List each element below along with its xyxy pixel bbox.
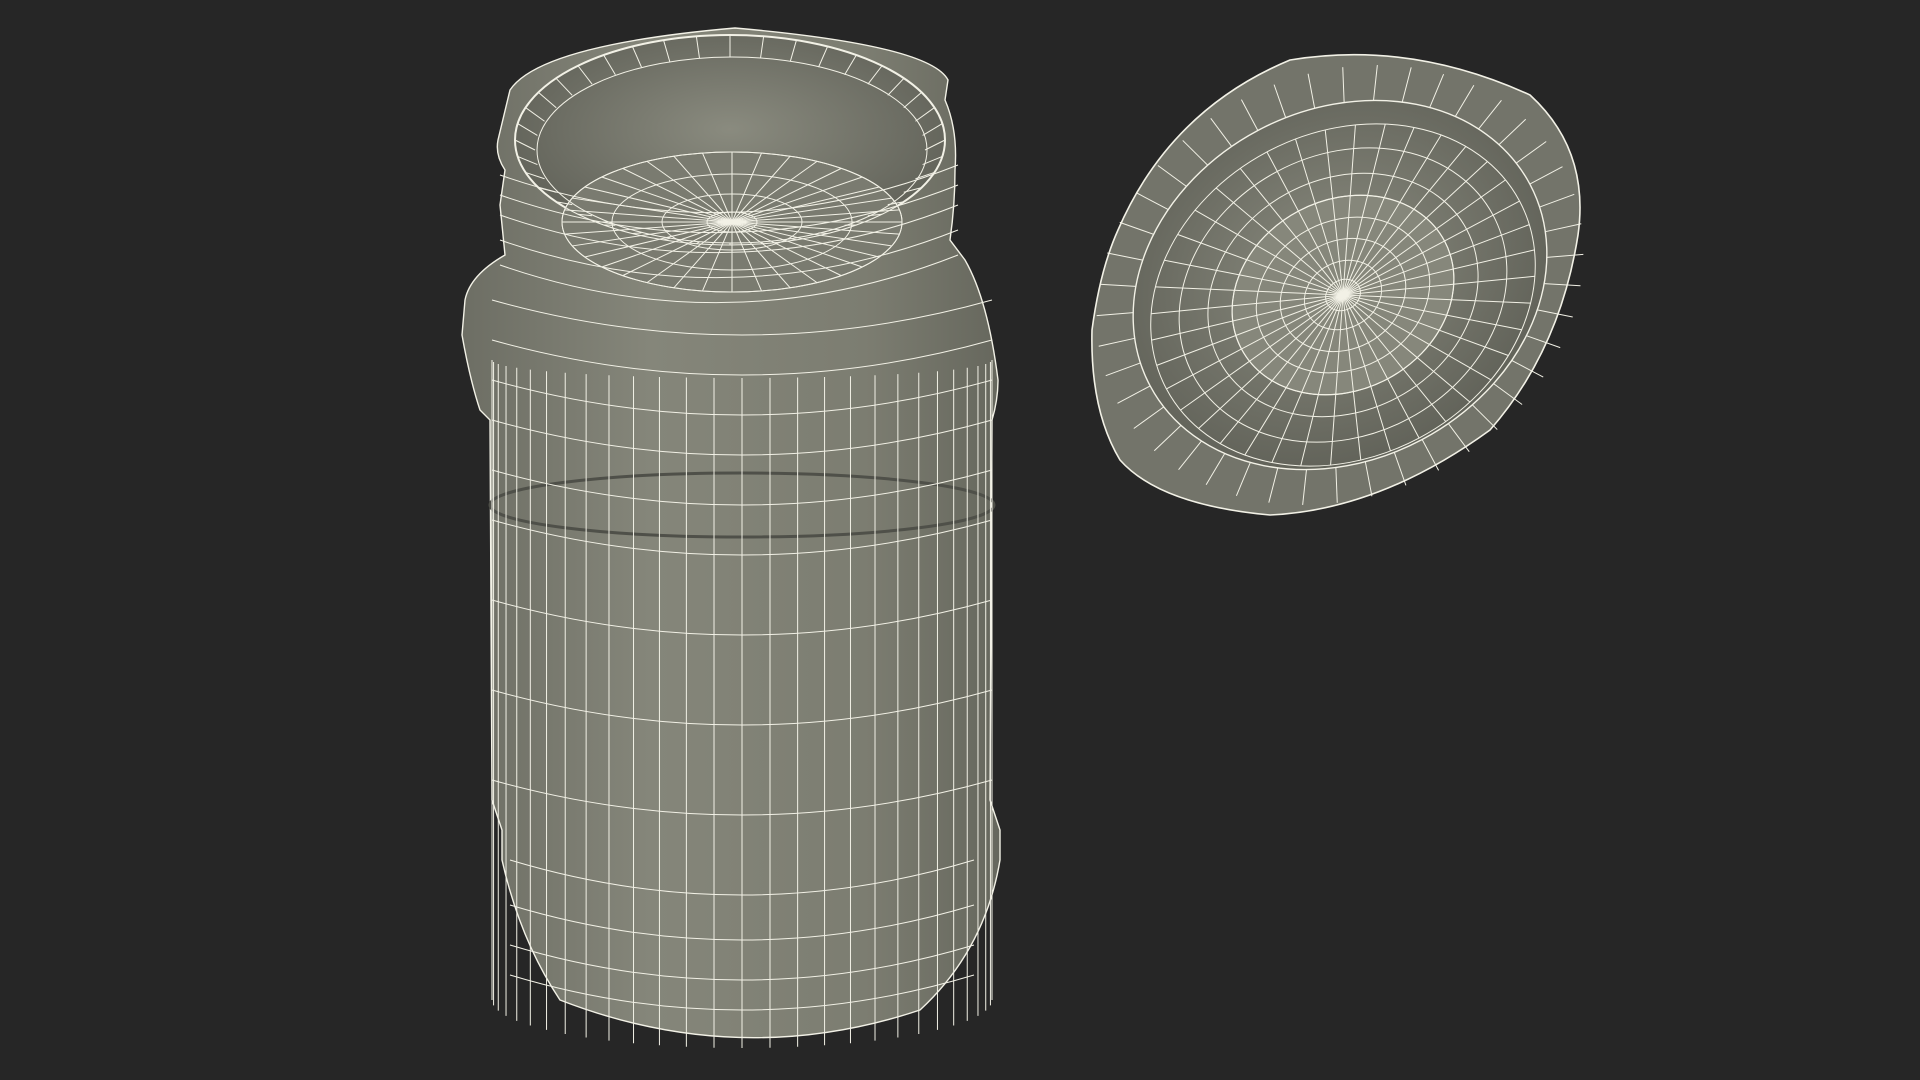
jar-rim-segment — [818, 232, 828, 235]
wireframe-scene — [461, 27, 1584, 1048]
render-viewport — [0, 0, 1920, 1080]
lid — [1091, 53, 1584, 516]
jar — [461, 27, 1001, 1048]
jar-rim-segment — [632, 232, 642, 235]
